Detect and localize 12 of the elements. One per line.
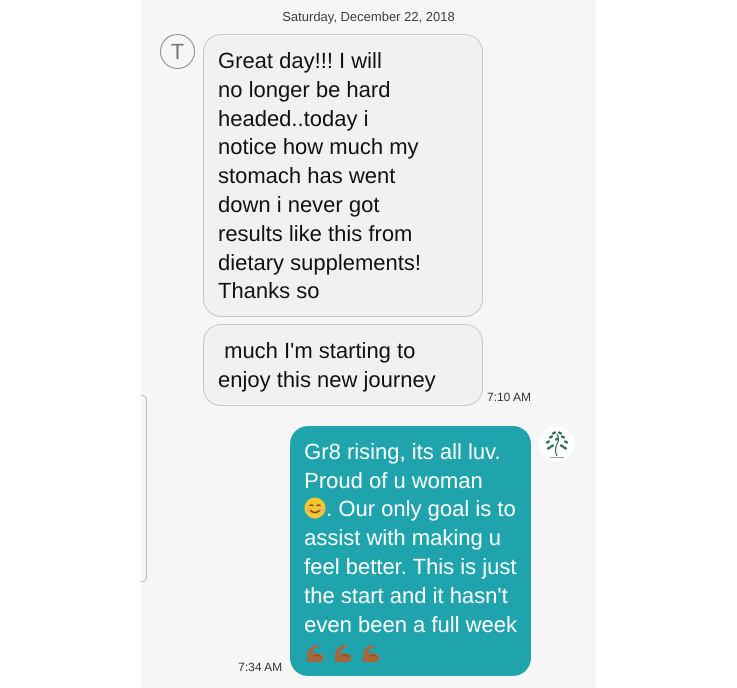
- received-message: much I'm starting to enjoy this new journey: [203, 324, 483, 406]
- message-time: 7:34 AM: [238, 660, 282, 676]
- date-header: Saturday, December 22, 2018: [281, 8, 456, 26]
- flexed-arm-icon: [332, 642, 354, 664]
- received-message: Great day!!! I will no longer be hard headed..today i notice how much my stomach has went down i never got results like this from dietary supplements! Thanks so: [203, 34, 483, 318]
- sent-message: Gr8 rising, its all luv. Proud of u woman . Our only goal is to assist with making u feel better. This is just the start and it hasn't even been a full week: [290, 426, 531, 676]
- smiling-emoji-icon: [304, 497, 326, 520]
- flexed-arm-icon: [360, 642, 382, 664]
- message-time: 7:10 AM: [487, 390, 532, 406]
- flexed-arm-icon: [304, 642, 326, 664]
- contact-avatar[interactable]: T: [160, 34, 195, 69]
- tree-logo-icon: [539, 426, 575, 462]
